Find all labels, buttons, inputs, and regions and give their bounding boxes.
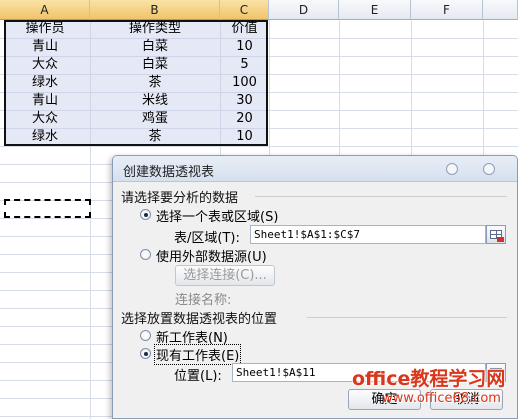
table-range-label: 表/区域(T): [174,231,240,246]
cell-b2[interactable]: 白菜 [90,38,220,56]
cell-b5[interactable]: 米线 [90,92,220,110]
column-header-f[interactable]: F [411,0,483,20]
group-divider [255,196,507,197]
column-header-e[interactable]: E [339,0,411,20]
help-icon[interactable] [446,163,458,175]
radio-existing-worksheet-label[interactable]: 现有工作表(E) [154,344,242,365]
dialog-titlebar[interactable]: 创建数据透视表 [113,156,517,182]
cell-b6[interactable]: 鸡蛋 [90,110,220,128]
range-picker-icon[interactable] [486,225,506,244]
cell-b4[interactable]: 茶 [90,74,220,92]
column-header-a[interactable]: A [0,0,90,20]
cell-a7[interactable]: 绿水 [0,128,90,146]
cell-a1[interactable]: 操作员 [0,20,90,38]
choose-connection-button[interactable]: 选择连接(C)... [175,265,275,286]
column-header-g[interactable] [483,0,518,20]
gridline [0,146,518,147]
cell-c2[interactable]: 10 [220,38,269,56]
target-cell-marquee[interactable] [4,199,91,218]
cell-a2[interactable]: 青山 [0,38,90,56]
cell-b1[interactable]: 操作类型 [90,20,220,38]
cell-a3[interactable]: 大众 [0,56,90,74]
close-icon[interactable] [483,163,495,175]
cell-b7[interactable]: 茶 [90,128,220,146]
cell-c7[interactable]: 10 [220,128,269,146]
dialog-title: 创建数据透视表 [123,165,215,180]
group-title-location: 选择放置数据透视表的位置 [121,312,278,327]
cell-a4[interactable]: 绿水 [0,74,90,92]
cell-c5[interactable]: 30 [220,92,269,110]
column-header-c[interactable]: C [220,0,269,20]
cell-c6[interactable]: 20 [220,110,269,128]
cell-c1[interactable]: 价值 [220,20,269,38]
column-header-b[interactable]: B [90,0,220,20]
cell-a5[interactable]: 青山 [0,92,90,110]
cell-a6[interactable]: 大众 [0,110,90,128]
watermark-title: office教程学习网 [352,368,506,390]
cell-c4[interactable]: 100 [220,74,269,92]
group-divider [307,317,507,318]
watermark-url: www.office68.com [382,391,501,406]
site-watermark: office教程学习网 www.office68.com [352,364,512,414]
group-title-data-source: 请选择要分析的数据 [121,191,239,206]
location-label: 位置(L): [174,369,222,384]
radio-new-worksheet[interactable] [140,330,151,341]
radio-table-range[interactable] [140,209,151,220]
connection-name-label: 连接名称: [175,293,232,308]
radio-external-source-label[interactable]: 使用外部数据源(U) [156,246,267,265]
radio-existing-worksheet[interactable] [140,348,151,359]
radio-external-source[interactable] [140,249,151,260]
radio-table-range-label[interactable]: 选择一个表或区域(S) [156,206,278,225]
table-range-input[interactable]: Sheet1!$A$1:$C$7 [250,225,486,244]
cell-b3[interactable]: 白菜 [90,56,220,74]
column-header-d[interactable]: D [269,0,339,20]
cell-c3[interactable]: 5 [220,56,269,74]
